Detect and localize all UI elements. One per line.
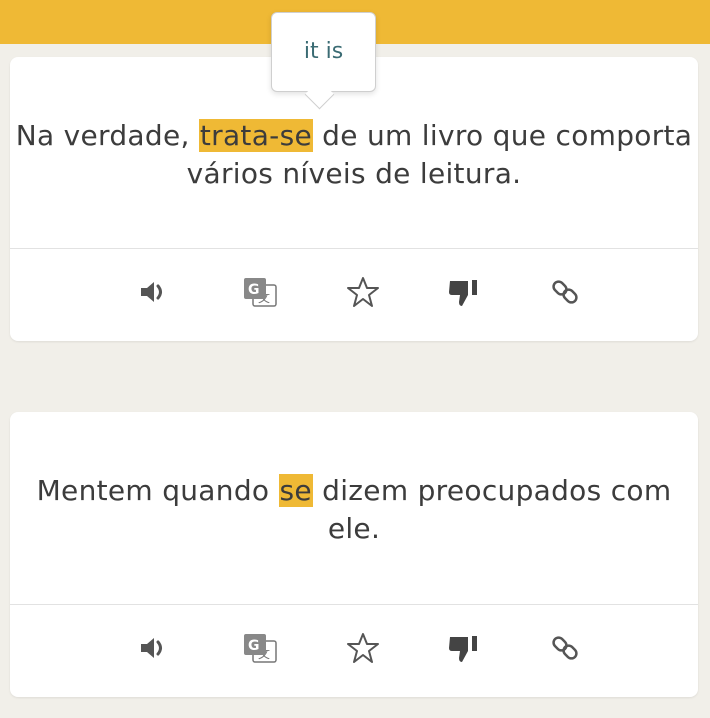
star-icon	[347, 633, 379, 663]
sentence-text-before: Na verdade,	[15, 119, 199, 152]
card-actions: 文 G	[10, 628, 698, 668]
copy-link-button[interactable]	[544, 628, 588, 668]
star-icon	[347, 277, 379, 307]
sentence-card: Na verdade, trata-se de um livro que com…	[10, 57, 698, 341]
sentence-text-before: Mentem quando	[36, 474, 279, 507]
speaker-icon	[141, 638, 162, 658]
google-translate-icon: 文 G	[244, 278, 277, 307]
highlighted-word[interactable]: trata-se	[198, 119, 313, 152]
favorite-button[interactable]	[341, 628, 385, 668]
link-icon	[552, 280, 578, 304]
card-divider	[10, 248, 698, 249]
translation-tooltip: it is	[271, 12, 376, 92]
google-translate-icon: 文 G	[244, 634, 277, 663]
favorite-button[interactable]	[341, 272, 385, 312]
example-sentence: Na verdade, trata-se de um livro que com…	[10, 117, 698, 193]
google-translate-button[interactable]: 文 G	[238, 628, 282, 668]
card-divider	[10, 604, 698, 605]
play-audio-button[interactable]	[132, 628, 176, 668]
speaker-icon	[141, 282, 162, 302]
link-icon	[552, 636, 578, 660]
thumbs-down-icon	[449, 280, 477, 306]
play-audio-button[interactable]	[132, 272, 176, 312]
thumbs-down-icon	[449, 636, 477, 662]
thumbs-down-button[interactable]	[443, 628, 487, 668]
sentence-text-after: dizem preocupados com ele.	[312, 474, 672, 545]
copy-link-button[interactable]	[544, 272, 588, 312]
example-sentence: Mentem quando se dizem preocupados com e…	[10, 472, 698, 548]
google-translate-button[interactable]: 文 G	[238, 272, 282, 312]
highlighted-word[interactable]: se	[278, 474, 313, 507]
svg-text:G: G	[248, 282, 260, 298]
svg-text:G: G	[248, 638, 260, 654]
sentence-card: Mentem quando se dizem preocupados com e…	[10, 412, 698, 697]
card-actions: 文 G	[10, 272, 698, 312]
thumbs-down-button[interactable]	[443, 272, 487, 312]
